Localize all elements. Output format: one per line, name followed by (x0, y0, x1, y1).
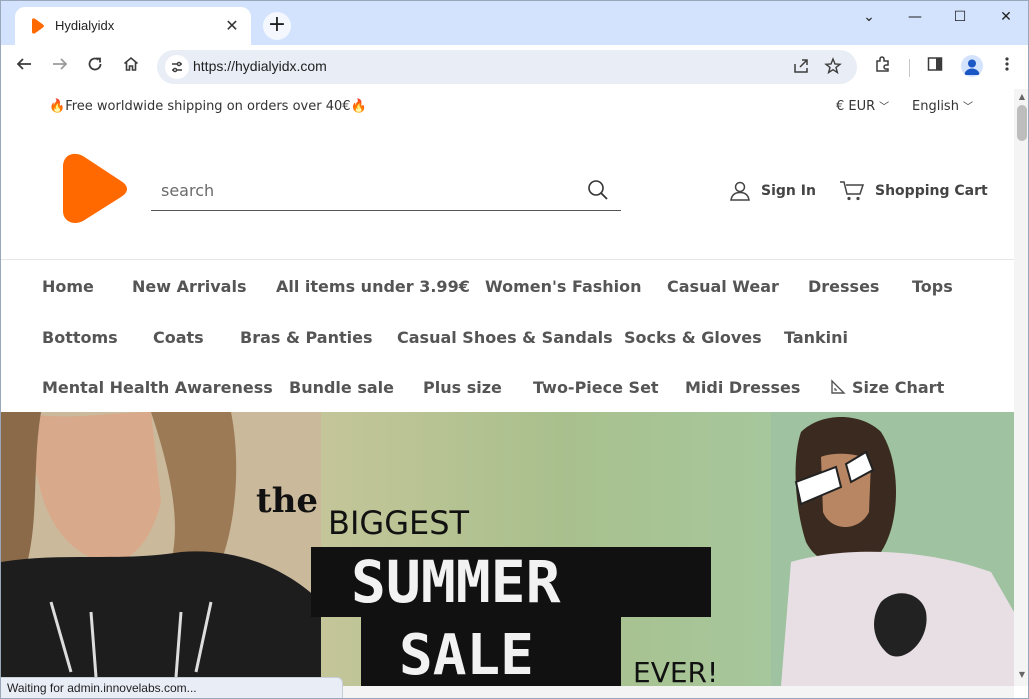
banner-text-summer: SUMMER (351, 548, 561, 616)
nav-home[interactable]: Home (42, 277, 94, 296)
close-window-button[interactable]: ✕ (996, 7, 1016, 27)
scroll-up-arrow[interactable]: ▲ (1017, 92, 1027, 102)
profile-icon[interactable] (961, 55, 983, 77)
cart-icon (840, 181, 865, 201)
shipping-text: Free worldwide shipping on orders over 4… (65, 99, 351, 114)
chevron-down-icon[interactable]: ⌄ (859, 7, 879, 27)
scroll-down-arrow[interactable]: ▼ (1017, 670, 1027, 680)
nav-bundle-sale[interactable]: Bundle sale (289, 378, 394, 397)
shipping-banner: 🔥Free worldwide shipping on orders over … (49, 99, 367, 114)
user-icon (730, 181, 750, 201)
vertical-scrollbar[interactable]: ▲ ▼ (1014, 89, 1028, 686)
nav-casual-wear[interactable]: Casual Wear (667, 277, 779, 296)
browser-tab[interactable]: Hydialyidx ✕ (15, 7, 251, 45)
currency-label: € EUR (836, 99, 876, 114)
home-icon[interactable] (119, 55, 143, 79)
flame-icon: 🔥 (350, 99, 367, 114)
search-icon[interactable] (587, 179, 609, 201)
url-text[interactable]: https://hydialyidx.com (193, 58, 327, 74)
nav-under-3-99[interactable]: All items under 3.99€ (276, 277, 470, 296)
currency-selector[interactable]: € EUR ﹀ (836, 98, 889, 114)
banner-text-biggest: BIGGEST (328, 504, 470, 542)
banner-text-ever: EVER! (633, 656, 718, 686)
nav-mental-health-awareness[interactable]: Mental Health Awareness (42, 378, 273, 397)
sign-in-link[interactable]: Sign In (729, 179, 816, 203)
nav-bottoms[interactable]: Bottoms (42, 328, 118, 347)
plus-icon[interactable]: + (263, 12, 291, 40)
tab-title: Hydialyidx (55, 18, 115, 33)
browser-window: Hydialyidx ✕ + ⌄ — ☐ ✕ https://hydialyid… (0, 0, 1029, 699)
banner-text-sale: SALE (399, 623, 534, 686)
reload-icon[interactable] (83, 55, 107, 79)
star-icon[interactable] (823, 57, 843, 77)
language-label: English (912, 99, 959, 114)
status-bar: Waiting for admin.innovelabs.com... (1, 677, 343, 698)
nav-casual-shoes-sandals[interactable]: Casual Shoes & Sandals (397, 328, 613, 347)
banner-artwork: the BIGGEST SUMMER SALE EVER! (1, 412, 1014, 686)
scroll-thumb[interactable] (1017, 105, 1027, 141)
close-icon[interactable]: ✕ (222, 16, 242, 36)
toolbar-divider (909, 59, 910, 77)
address-bar[interactable]: https://hydialyidx.com (157, 50, 857, 84)
sidepanel-icon[interactable] (923, 55, 947, 79)
nav-plus-size[interactable]: Plus size (423, 378, 502, 397)
flame-icon: 🔥 (49, 99, 66, 114)
favicon-icon (32, 18, 44, 34)
nav-tankini[interactable]: Tankini (784, 328, 848, 347)
back-icon[interactable] (12, 55, 36, 79)
category-nav: Home New Arrivals All items under 3.99€ … (1, 261, 1014, 413)
nav-bras-panties[interactable]: Bras & Panties (240, 328, 373, 347)
nav-dresses[interactable]: Dresses (808, 277, 879, 296)
extensions-icon[interactable] (871, 55, 895, 79)
forward-icon[interactable] (48, 55, 72, 79)
shopping-cart-link[interactable]: Shopping Cart (839, 179, 988, 203)
site-header: Sign In Shopping Cart (1, 123, 1014, 260)
cart-label: Shopping Cart (875, 183, 988, 199)
nav-socks-gloves[interactable]: Socks & Gloves (624, 328, 762, 347)
web-page: 🔥Free worldwide shipping on orders over … (1, 89, 1014, 686)
maximize-button[interactable]: ☐ (950, 7, 970, 27)
promo-bar: 🔥Free worldwide shipping on orders over … (1, 89, 1014, 123)
minimize-button[interactable]: — (905, 7, 925, 27)
site-info-icon[interactable] (165, 55, 189, 79)
hero-banner[interactable]: the BIGGEST SUMMER SALE EVER! (1, 412, 1014, 686)
sign-in-label: Sign In (761, 183, 816, 199)
search-input[interactable] (161, 179, 571, 201)
nav-new-arrivals[interactable]: New Arrivals (132, 277, 246, 296)
logo[interactable] (55, 151, 129, 225)
chevron-down-icon: ﹀ (879, 102, 890, 113)
nav-womens-fashion[interactable]: Women's Fashion (485, 277, 642, 296)
menu-icon[interactable] (995, 55, 1019, 79)
language-selector[interactable]: English ﹀ (912, 98, 973, 114)
nav-midi-dresses[interactable]: Midi Dresses (685, 378, 800, 397)
nav-tops[interactable]: Tops (912, 277, 953, 296)
banner-text-the: the (256, 481, 318, 521)
ruler-icon (831, 379, 846, 394)
search-bar (151, 171, 621, 211)
nav-size-chart[interactable]: Size Chart (830, 378, 944, 397)
nav-two-piece-set[interactable]: Two-Piece Set (533, 378, 659, 397)
nav-coats[interactable]: Coats (153, 328, 204, 347)
tab-strip: Hydialyidx ✕ + ⌄ — ☐ ✕ (1, 1, 1028, 45)
share-icon[interactable] (791, 57, 811, 77)
size-chart-label: Size Chart (852, 378, 945, 397)
browser-toolbar: https://hydialyidx.com (1, 45, 1028, 89)
chevron-down-icon: ﹀ (962, 102, 973, 113)
